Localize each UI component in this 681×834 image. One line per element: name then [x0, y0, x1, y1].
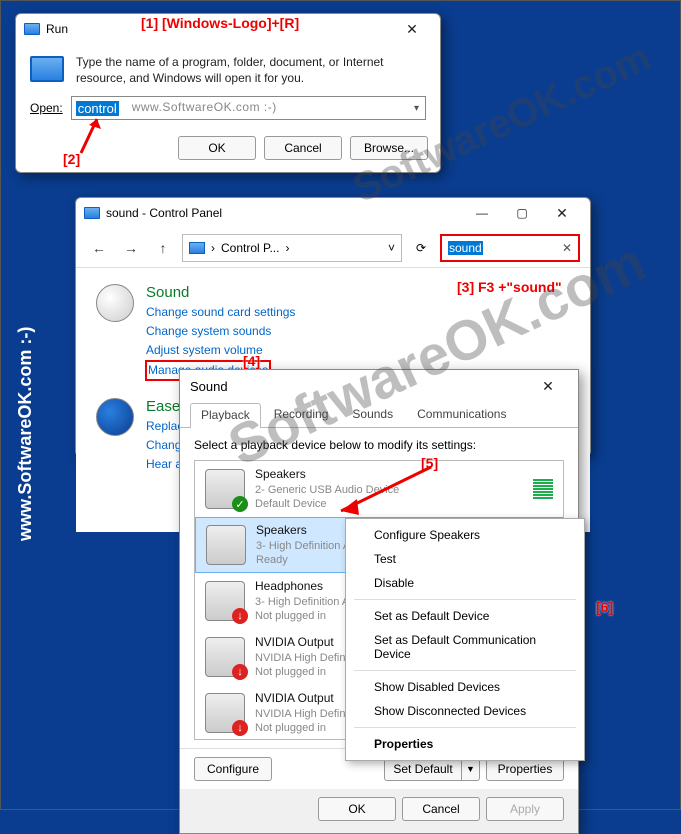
monitor-icon: ↓ [205, 637, 245, 677]
cp-title: sound - Control Panel [106, 206, 222, 220]
separator [354, 670, 576, 671]
ctx-set-default-comm[interactable]: Set as Default Communication Device [346, 628, 584, 666]
search-value: sound [448, 241, 483, 255]
sidebar-watermark: www.SoftwareOK.com :-) [15, 327, 36, 541]
device-sub: 2- Generic USB Audio Device [255, 483, 523, 497]
clear-search-icon[interactable]: ✕ [562, 241, 572, 255]
cancel-button[interactable]: Cancel [264, 136, 342, 160]
ctx-configure-speakers[interactable]: Configure Speakers [346, 523, 584, 547]
volume-meter-icon [533, 479, 553, 499]
control-panel-icon [84, 207, 100, 219]
apply-button[interactable]: Apply [486, 797, 564, 821]
monitor-icon: ↓ [205, 693, 245, 733]
speaker-icon: ✓ [205, 469, 245, 509]
control-panel-icon [189, 242, 205, 254]
configure-button[interactable]: Configure [194, 757, 272, 781]
open-input[interactable]: control www.SoftwareOK.com :-) ▾ [71, 96, 426, 120]
link-adjust-volume[interactable]: Adjust system volume [146, 341, 295, 360]
tab-playback[interactable]: Playback [190, 403, 261, 428]
address-bar[interactable]: › Control P... › ˅ [182, 234, 402, 262]
breadcrumb[interactable]: Control P... [221, 241, 279, 255]
headphones-icon: ↓ [205, 581, 245, 621]
search-input[interactable]: sound ✕ [440, 234, 580, 262]
maximize-icon[interactable]: ▢ [502, 199, 542, 227]
tab-recording[interactable]: Recording [263, 402, 340, 427]
tab-communications[interactable]: Communications [406, 402, 517, 427]
sound-dialog-title: Sound [190, 379, 228, 394]
sound-category-title: Sound [146, 284, 295, 301]
ctx-set-default[interactable]: Set as Default Device [346, 604, 584, 628]
ctx-show-disconnected[interactable]: Show Disconnected Devices [346, 699, 584, 723]
close-icon[interactable]: ✕ [528, 372, 568, 400]
back-icon[interactable]: ← [86, 235, 112, 261]
annotation-6: [6] [596, 599, 613, 615]
cancel-button[interactable]: Cancel [402, 797, 480, 821]
ctx-properties[interactable]: Properties [346, 732, 584, 756]
ease-of-access-icon [96, 398, 134, 436]
run-big-icon [30, 56, 64, 82]
up-icon[interactable]: ↑ [150, 235, 176, 261]
open-input-value: control [76, 101, 119, 116]
ctx-test[interactable]: Test [346, 547, 584, 571]
forward-icon[interactable]: → [118, 235, 144, 261]
refresh-icon[interactable]: ⟳ [408, 241, 434, 255]
device-status: Default Device [255, 497, 523, 511]
ctx-disable[interactable]: Disable [346, 571, 584, 595]
separator [354, 727, 576, 728]
link-change-sound-card[interactable]: Change sound card settings [146, 303, 295, 322]
run-title: Run [46, 22, 68, 36]
run-icon [24, 23, 40, 35]
sound-category-icon [96, 284, 134, 322]
playback-hint: Select a playback device below to modify… [194, 438, 564, 452]
open-label: Open: [30, 101, 63, 115]
device-name: Speakers [255, 467, 523, 483]
ctx-show-disabled[interactable]: Show Disabled Devices [346, 675, 584, 699]
ok-button[interactable]: OK [318, 797, 396, 821]
separator [354, 599, 576, 600]
device-row[interactable]: ✓ Speakers 2- Generic USB Audio Device D… [195, 461, 563, 517]
context-menu: Configure Speakers Test Disable Set as D… [345, 518, 585, 761]
run-description: Type the name of a program, folder, docu… [76, 54, 426, 86]
link-change-system-sounds[interactable]: Change system sounds [146, 322, 295, 341]
close-icon[interactable]: ✕ [542, 199, 582, 227]
browse-button[interactable]: Browse... [350, 136, 428, 160]
close-icon[interactable]: ✕ [392, 15, 432, 43]
speaker-icon [206, 525, 246, 565]
ok-button[interactable]: OK [178, 136, 256, 160]
open-input-watermark: www.SoftwareOK.com :-) [132, 100, 277, 114]
minimize-icon[interactable]: — [462, 199, 502, 227]
chevron-down-icon[interactable]: ▾ [414, 103, 419, 114]
tab-sounds[interactable]: Sounds [341, 402, 404, 427]
